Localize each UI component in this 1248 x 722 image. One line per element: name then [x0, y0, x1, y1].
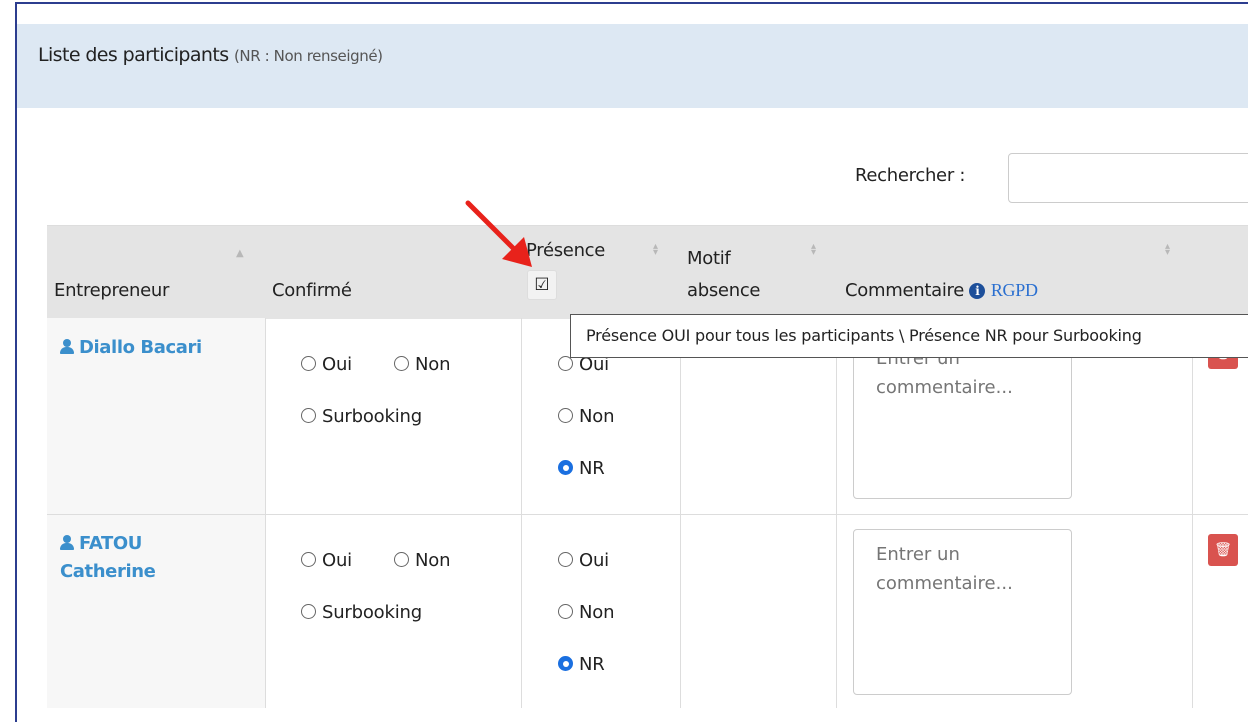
confirme-oui-radio[interactable]: Oui: [301, 354, 352, 375]
radio-label: Oui: [322, 550, 352, 571]
sort-icon[interactable]: ▴ ▾: [1165, 242, 1170, 258]
participant-name-line2: Catherine: [60, 561, 156, 582]
row-divider: [47, 514, 1248, 515]
radio-icon: [301, 552, 316, 567]
column-confirme[interactable]: Confirmé: [272, 280, 352, 301]
panel-title: Liste des participants (NR : Non renseig…: [38, 44, 383, 66]
sort-asc-icon[interactable]: ▲: [236, 248, 244, 259]
presence-non-radio[interactable]: Non: [558, 406, 614, 427]
annotation-arrow-icon: [465, 200, 532, 267]
column-divider: [521, 318, 522, 708]
radio-label: Non: [579, 406, 615, 427]
participant-name: FATOU: [79, 533, 142, 554]
column-motif-line2[interactable]: absence: [687, 280, 760, 301]
radio-icon: [301, 408, 316, 423]
presence-oui-radio[interactable]: Oui: [558, 550, 609, 571]
participant-name-link[interactable]: FATOU Catherine: [60, 530, 156, 586]
column-entrepreneur[interactable]: Entrepreneur: [54, 280, 169, 301]
confirme-non-radio[interactable]: Non: [394, 550, 450, 571]
entrepreneur-column-bg: [47, 318, 265, 708]
info-icon[interactable]: i: [969, 283, 986, 299]
confirme-oui-radio[interactable]: Oui: [301, 550, 352, 571]
search-input[interactable]: [1008, 153, 1248, 203]
column-motif-line1[interactable]: Motif: [687, 248, 731, 269]
radio-icon: [394, 356, 409, 371]
column-divider: [680, 318, 681, 708]
radio-label: Surbooking: [322, 602, 422, 623]
column-commentaire[interactable]: Commentaire i RGPD: [845, 280, 1038, 301]
panel-header: [17, 24, 1248, 108]
radio-icon: [558, 408, 573, 423]
column-divider: [836, 318, 837, 708]
sort-icon[interactable]: ▴ ▾: [653, 242, 658, 258]
radio-checked-icon: [558, 460, 573, 475]
confirme-non-radio[interactable]: Non: [394, 354, 450, 375]
panel-subtitle: (NR : Non renseigné): [233, 47, 383, 65]
radio-label: Surbooking: [322, 406, 422, 427]
participant-name-link[interactable]: Diallo Bacari: [60, 334, 202, 362]
delete-icon[interactable]: 🗑: [1208, 534, 1238, 566]
tooltip: Présence OUI pour tous les participants …: [570, 314, 1248, 358]
user-icon: [60, 339, 74, 354]
radio-icon: [558, 552, 573, 567]
user-icon: [60, 535, 74, 550]
radio-icon: [301, 356, 316, 371]
radio-label: NR: [579, 654, 605, 675]
radio-label: Non: [415, 550, 451, 571]
rgpd-link[interactable]: RGPD: [991, 280, 1038, 300]
radio-checked-icon: [558, 656, 573, 671]
presence-nr-radio[interactable]: NR: [558, 458, 605, 479]
radio-icon: [394, 552, 409, 567]
confirme-surbooking-radio[interactable]: Surbooking: [301, 602, 422, 623]
participant-name: Diallo Bacari: [79, 337, 202, 358]
radio-label: Oui: [579, 550, 609, 571]
presence-non-radio[interactable]: Non: [558, 602, 614, 623]
table-header: [47, 225, 1248, 319]
confirme-surbooking-radio[interactable]: Surbooking: [301, 406, 422, 427]
radio-icon: [558, 356, 573, 371]
search-label: Rechercher :: [855, 165, 966, 186]
radio-label: Non: [579, 602, 615, 623]
column-commentaire-label: Commentaire: [845, 280, 964, 301]
column-divider: [1192, 318, 1193, 708]
radio-label: NR: [579, 458, 605, 479]
sort-icon[interactable]: ▴ ▾: [811, 242, 816, 258]
column-divider: [265, 318, 266, 708]
presence-nr-radio[interactable]: NR: [558, 654, 605, 675]
comment-textarea[interactable]: [853, 529, 1072, 695]
radio-icon: [558, 604, 573, 619]
radio-label: Oui: [322, 354, 352, 375]
radio-label: Non: [415, 354, 451, 375]
radio-icon: [301, 604, 316, 619]
panel-title-text: Liste des participants: [38, 44, 229, 66]
